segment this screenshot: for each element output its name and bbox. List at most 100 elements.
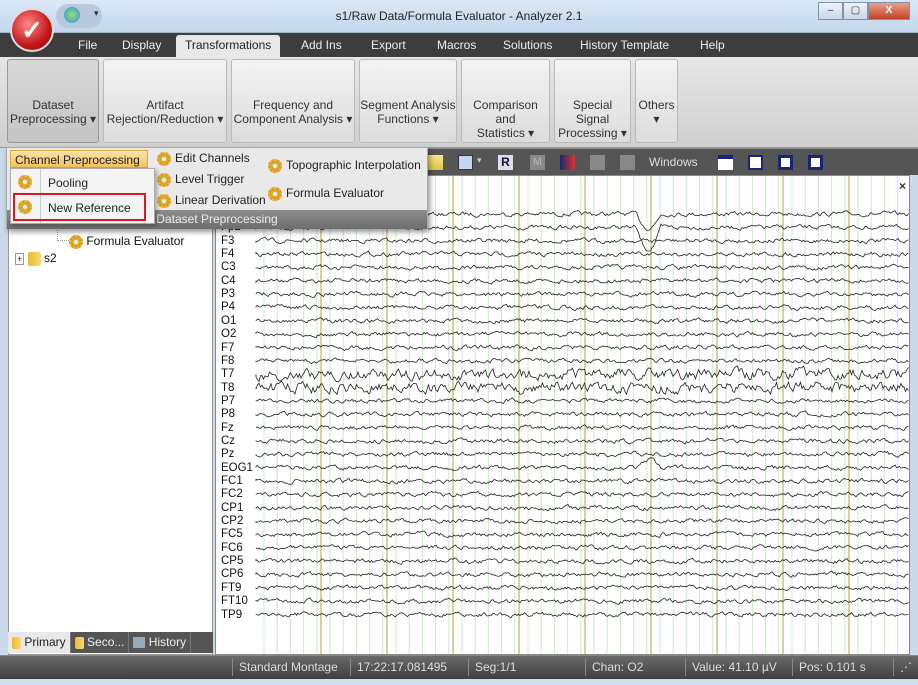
label: Others — [638, 98, 675, 112]
menu-macros[interactable]: Macros — [437, 38, 476, 52]
tab-primary[interactable]: Primary — [8, 632, 71, 653]
channel-preprocessing-submenu: Pooling New Reference — [10, 168, 155, 224]
comparison-statistics-button[interactable]: Comparison and Statistics ▾ — [461, 59, 550, 143]
folder-icon — [74, 636, 84, 649]
map-icon[interactable] — [560, 155, 575, 170]
eeg-trace-fc5 — [255, 530, 909, 538]
app-orb-button[interactable]: ✓ — [10, 8, 54, 52]
menu-history-template[interactable]: History Template — [580, 38, 669, 52]
tab-history[interactable]: History — [129, 632, 192, 653]
status-channel: Chan: O2 — [585, 658, 643, 676]
tree-item-formula-evaluator[interactable]: Formula Evaluator — [69, 234, 184, 249]
eeg-trace-fz — [255, 424, 909, 432]
eeg-traces[interactable] — [216, 176, 909, 654]
windows-label: Windows — [649, 155, 698, 169]
cascade-icon[interactable] — [748, 155, 763, 170]
menu-file[interactable]: File — [78, 38, 97, 52]
label: Frequency and — [252, 98, 334, 112]
marker-icon[interactable] — [458, 155, 473, 170]
channel-label: P8 — [221, 408, 236, 421]
label: Pooling — [48, 176, 89, 190]
m-icon[interactable]: M — [530, 155, 545, 170]
others-button[interactable]: Others ▾ — [635, 59, 678, 143]
dropdown-arrow-icon[interactable]: ▾ — [477, 155, 482, 166]
tree-item-s2[interactable]: + s2 — [15, 251, 57, 266]
menu-add-ins[interactable]: Add Ins — [301, 38, 342, 52]
eeg-trace-eog1 — [255, 457, 909, 472]
highlight-box — [13, 193, 146, 221]
special-signal-processing-button[interactable]: Special Signal Processing ▾ — [554, 59, 631, 143]
label: Segment Analysis — [360, 98, 456, 112]
channel-label: CP2 — [221, 515, 244, 528]
menu-item-linear-derivation[interactable]: Linear Derivation — [157, 193, 266, 208]
tile-vertical-icon[interactable] — [808, 155, 823, 170]
label: Component Analysis ▾ — [233, 112, 353, 126]
expand-icon[interactable]: + — [15, 253, 25, 265]
eeg-trace-p7 — [255, 397, 909, 404]
grid-icon[interactable] — [590, 155, 605, 170]
menu-transformations[interactable]: Transformations — [176, 35, 281, 57]
channel-label: CP1 — [221, 501, 244, 514]
status-position: Pos: 0.101 s — [792, 658, 866, 676]
menu-item-topographic-interpolation[interactable]: Topographic Interpolation — [268, 158, 421, 173]
eeg-trace-fc2 — [255, 490, 909, 498]
signal-view-icon[interactable] — [428, 155, 443, 170]
window-title: s1/Raw Data/Formula Evaluator - Analyzer… — [335, 9, 583, 23]
status-time: 17:22:17.081495 — [350, 658, 447, 676]
eeg-trace-cp2 — [255, 517, 909, 525]
resize-grip-icon[interactable]: ⋰ — [893, 658, 912, 676]
eeg-trace-cp5 — [255, 557, 909, 565]
eeg-trace-f3 — [255, 236, 909, 245]
menu-item-level-trigger[interactable]: Level Trigger — [157, 172, 244, 187]
channel-label: FT10 — [221, 595, 248, 608]
tab-secondary[interactable]: Seco... — [71, 632, 130, 653]
eeg-trace-f7 — [255, 344, 909, 352]
channel-label: FC2 — [221, 488, 243, 501]
dataset-preprocessing-button[interactable]: Dataset Preprocessing ▾ — [7, 59, 99, 143]
menu-item-pooling[interactable]: Pooling — [11, 171, 154, 194]
eeg-trace-cp1 — [255, 504, 909, 512]
gear-icon — [268, 158, 282, 173]
title-bar: ▾ s1/Raw Data/Formula Evaluator - Analyz… — [0, 0, 918, 33]
channel-label: Fz — [221, 421, 234, 434]
eeg-trace-tp9 — [255, 611, 909, 619]
menu-solutions[interactable]: Solutions — [503, 38, 552, 52]
eeg-trace-ft9 — [255, 584, 909, 592]
explorer-tabs: Primary Seco... History — [8, 632, 213, 653]
menu-help[interactable]: Help — [700, 38, 725, 52]
channel-label: T8 — [221, 381, 235, 394]
new-window-icon[interactable] — [718, 155, 733, 170]
close-button[interactable]: X — [868, 2, 910, 20]
eeg-trace-p8 — [255, 410, 909, 418]
maximize-button[interactable]: ▢ — [843, 2, 868, 20]
eeg-view[interactable]: Fp1Fp2F3F4C3C4P3P4O1O2F7F8T7T8P7P8FzCzPz… — [215, 175, 910, 655]
frequency-component-analysis-button[interactable]: Frequency and Component Analysis ▾ — [231, 59, 355, 143]
minimize-button[interactable]: – — [818, 2, 843, 20]
channel-label: P4 — [221, 301, 236, 314]
channel-label: CP6 — [221, 568, 244, 581]
label: Formula Evaluator — [86, 234, 185, 248]
channel-label: F3 — [221, 234, 235, 247]
r-icon[interactable]: R — [498, 155, 513, 170]
channel-label: FC5 — [221, 528, 243, 541]
eeg-trace-c4 — [255, 277, 909, 285]
menu-display[interactable]: Display — [122, 38, 161, 52]
channel-label: O1 — [221, 314, 237, 327]
close-view-button[interactable]: × — [899, 179, 906, 193]
eeg-trace-cp6 — [255, 570, 909, 578]
segment-analysis-button[interactable]: Segment Analysis Functions ▾ — [359, 59, 457, 143]
gear-icon — [69, 234, 83, 249]
menu-item-formula-evaluator[interactable]: Formula Evaluator — [268, 186, 384, 201]
label: Processing ▾ — [558, 126, 627, 140]
tile-icon[interactable] — [620, 155, 635, 170]
channel-preprocessing-button[interactable]: Channel Preprocessing ▾ — [10, 150, 148, 181]
menu-export[interactable]: Export — [371, 38, 406, 52]
eeg-trace-c3 — [255, 263, 909, 271]
artifact-rejection-button[interactable]: Artifact Rejection/Reduction ▾ — [103, 59, 227, 143]
eeg-trace-cz — [255, 437, 909, 445]
tile-horizontal-icon[interactable] — [778, 155, 793, 170]
label: Topographic Interpolation — [286, 158, 421, 172]
channel-label: T7 — [221, 368, 235, 381]
eeg-trace-f8 — [255, 357, 909, 365]
menu-item-edit-channels[interactable]: Edit Channels — [157, 151, 250, 166]
